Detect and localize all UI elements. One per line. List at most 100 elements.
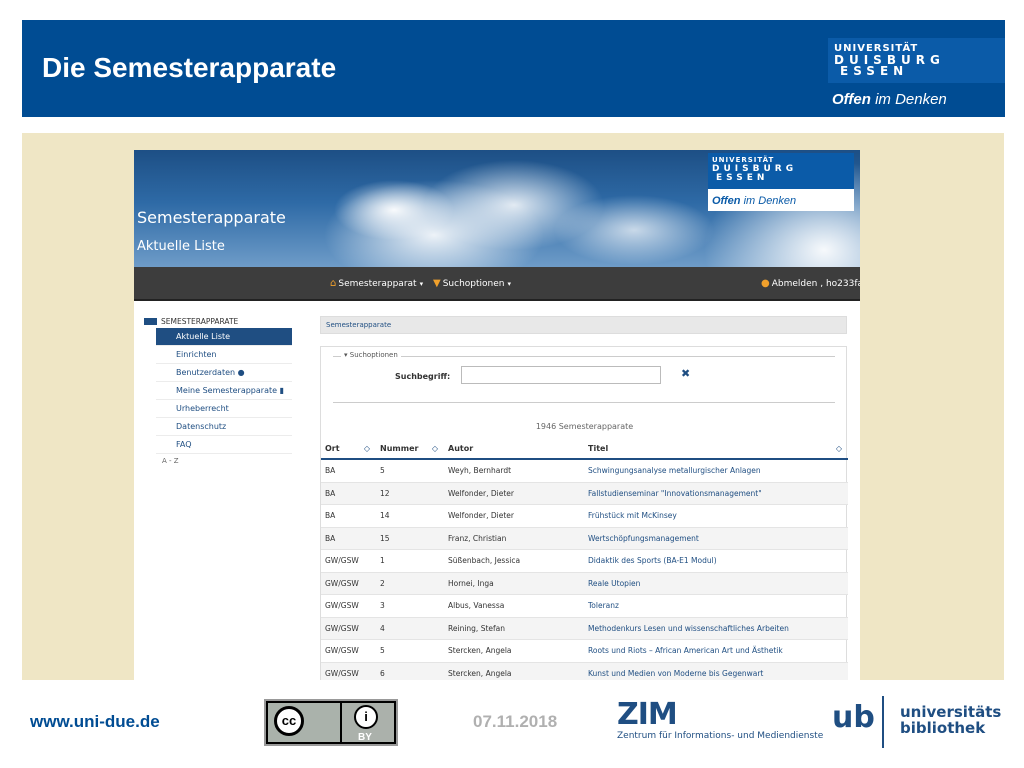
titel-link[interactable]: Methodenkurs Lesen und wissenschaftliche… <box>588 624 789 633</box>
zim-logo: ZIM <box>617 697 678 732</box>
table-row[interactable]: GW/GSW 3 Albus, Vanessa Toleranz <box>321 595 848 618</box>
banner-ude-logo: UNIVERSITÄT DUISBURG ESSEN <box>708 153 854 189</box>
cell-titel: Methodenkurs Lesen und wissenschaftliche… <box>584 618 848 640</box>
cell-autor: Weyh, Bernhardt <box>448 466 512 475</box>
search-input[interactable] <box>461 366 661 384</box>
titel-link[interactable]: Kunst und Medien von Moderne bis Gegenwa… <box>588 669 763 678</box>
column-header-label: Nummer <box>380 444 419 453</box>
sort-icon: ◇ <box>431 444 438 453</box>
search-label: Suchbegriff: <box>395 372 451 381</box>
cell-titel: Roots und Riots – African American Art u… <box>584 640 848 662</box>
user-icon: ● <box>237 368 245 377</box>
cell-ort: BA <box>325 511 336 520</box>
cell-titel: Didaktik des Sports (BA-E1 Modul) <box>584 550 848 572</box>
cell-ort: BA <box>325 488 336 498</box>
cell-nummer: 12 <box>380 488 390 498</box>
slogan-rest: im Denken <box>870 91 947 108</box>
footer-date: 07.11.2018 <box>473 712 558 731</box>
column-header-nummer[interactable]: Nummer ◇ <box>376 437 444 458</box>
close-icon[interactable]: ✖ <box>681 367 690 380</box>
cell-titel: Reale Utopien <box>584 573 848 595</box>
table-body: BA 5 Weyh, Bernhardt Schwingungsanalyse met… <box>321 460 848 680</box>
ub-logo: ub <box>832 700 875 735</box>
app-sidebar: SEMESTERAPPARATE Aktuelle Liste Einricht… <box>142 316 292 465</box>
sidebar-item-label: Einrichten <box>176 350 217 359</box>
table-row[interactable]: BA 5 Weyh, Bernhardt Schwingungsanalyse met… <box>321 460 848 483</box>
suchoptionen-legend: Suchoptionen <box>349 351 398 359</box>
titel-link[interactable]: Schwingungsanalyse metallurgischer Anlag… <box>588 466 761 475</box>
bookmark-icon: ▮ <box>279 386 284 395</box>
attribution-person-icon: i <box>354 705 378 729</box>
logo-line-3: ESSEN <box>840 64 909 78</box>
filter-icon: ▼ <box>433 278 441 289</box>
titel-link[interactable]: Wertschöpfungsmanagement <box>588 534 699 543</box>
cell-nummer: 14 <box>380 511 390 520</box>
sidebar-item-aktuelle-liste[interactable]: Aktuelle Liste <box>156 328 292 346</box>
cell-nummer: 3 <box>380 601 385 610</box>
cell-ort: GW/GSW <box>325 556 359 565</box>
nav-suchoptionen-menu[interactable]: ▼ Suchoptionen ▾ <box>433 278 511 289</box>
cell-ort: GW/GSW <box>325 601 359 610</box>
sidebar-item-einrichten[interactable]: Einrichten <box>156 346 292 364</box>
cell-autor: Welfonder, Dieter <box>448 511 514 520</box>
sidebar-item-benutzerdaten[interactable]: Benutzerdaten ● <box>156 364 292 382</box>
cell-autor: Hornei, Inga <box>448 578 494 588</box>
table-row[interactable]: GW/GSW 2 Hornei, Inga Reale Utopien <box>321 572 848 595</box>
column-header-titel[interactable]: Titel ◇ <box>584 437 848 458</box>
sidebar-item-faq[interactable]: FAQ <box>156 436 292 454</box>
nav-logout-label: Abmelden , ho233fa <box>771 279 860 289</box>
cell-autor: Süßenbach, Jessica <box>448 556 521 565</box>
sidebar-item-datenschutz[interactable]: Datenschutz <box>156 418 292 436</box>
sidebar-item-label: Meine Semesterapparate <box>176 386 278 395</box>
sidebar-az-link[interactable]: A - Z <box>142 457 292 465</box>
table-row[interactable]: BA 12 Welfonder, Dieter Fallstudienseminar … <box>321 482 848 505</box>
sidebar-item-urheberrecht[interactable]: Urheberrecht <box>156 400 292 418</box>
content-area: Semesterapparate Aktuelle Liste UNIVERSI… <box>22 133 1004 680</box>
sidebar-item-label: Datenschutz <box>176 422 227 431</box>
footer-url[interactable]: www.uni-due.de <box>30 712 160 732</box>
column-header-ort[interactable]: Ort ◇ <box>321 437 376 458</box>
titel-link[interactable]: Didaktik des Sports (BA-E1 Modul) <box>588 556 717 565</box>
table-row[interactable]: GW/GSW 1 Süßenbach, Jessica Didaktik des Sp… <box>321 550 848 573</box>
sidebar-item-label: FAQ <box>176 440 192 449</box>
titel-link[interactable]: Reale Utopien <box>588 579 640 588</box>
cell-autor: Albus, Vanessa <box>448 601 505 610</box>
suchoptionen-toggle[interactable]: ▾ Suchoptionen <box>341 351 401 359</box>
sort-icon: ◇ <box>835 444 842 453</box>
fieldset-bottom-border <box>333 402 835 403</box>
cell-titel: Kunst und Medien von Moderne bis Gegenwa… <box>584 663 848 681</box>
titel-link[interactable]: Toleranz <box>588 601 619 610</box>
titel-link[interactable]: Frühstück mit McKinsey <box>588 511 677 520</box>
table-row[interactable]: BA 14 Welfonder, Dieter Frühstück mit McKin… <box>321 505 848 528</box>
result-count: 1946 Semesterapparate <box>535 422 634 431</box>
table-row[interactable]: GW/GSW 5 Stercken, Angela Roots und Riots –… <box>321 640 848 663</box>
breadcrumb[interactable]: Semesterapparate <box>320 316 847 334</box>
titel-link[interactable]: Roots und Riots – African American Art u… <box>588 646 783 655</box>
cc-by-label: BY <box>358 732 372 743</box>
sidebar-item-label: Benutzerdaten <box>176 368 236 377</box>
table-row[interactable]: GW/GSW 6 Stercken, Angela Kunst und Medien … <box>321 662 848 681</box>
ub-divider <box>882 696 884 748</box>
cell-ort: BA <box>325 533 336 543</box>
app-screenshot: Semesterapparate Aktuelle Liste UNIVERSI… <box>134 150 860 680</box>
nav-logout-link[interactable]: ● Abmelden , ho233fa <box>761 278 860 289</box>
table-row[interactable]: BA 15 Franz, Christian Wertschöpfungsmanage… <box>321 527 848 550</box>
cell-titel: Fallstudienseminar "Innovationsmanagemen… <box>584 483 848 505</box>
banner-logo-line-1: UNIVERSITÄT <box>712 156 775 164</box>
creative-commons-icon: cc <box>274 706 304 736</box>
cell-titel: Toleranz <box>584 595 848 617</box>
slide-title: Die Semesterapparate <box>42 52 337 83</box>
table-row[interactable]: GW/GSW 4 Reining, Stefan Methodenkurs Lesen… <box>321 617 848 640</box>
cell-ort: BA <box>325 466 336 475</box>
table-header-row: Ort ◇ Nummer ◇ Autor Titel ◇ <box>321 437 848 460</box>
titel-link[interactable]: Fallstudienseminar "Innovationsmanagemen… <box>588 489 762 498</box>
sidebar-item-meine-semesterapparate[interactable]: Meine Semesterapparate ▮ <box>156 382 292 400</box>
app-navbar: ⌂ Semesterapparat ▾ ▼ Suchoptionen ▾ ● Abmeld… <box>134 267 860 301</box>
cc-by-badge: cc i BY <box>264 699 398 746</box>
ub-line-2: bibliothek <box>900 719 986 737</box>
cell-ort: GW/GSW <box>325 623 359 633</box>
nav-semesterapparat-menu[interactable]: ⌂ Semesterapparat ▾ <box>330 278 423 289</box>
column-header-autor[interactable]: Autor <box>444 437 584 458</box>
cell-autor: Franz, Christian <box>448 533 507 543</box>
cell-nummer: 5 <box>380 646 385 655</box>
